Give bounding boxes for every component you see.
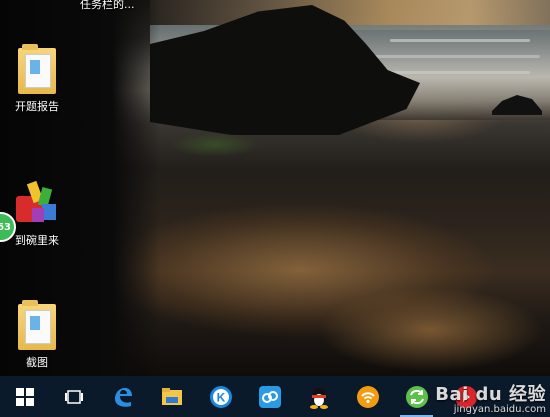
edge-icon (114, 387, 132, 407)
folder-icon (18, 300, 56, 350)
desktop-icon-jietu[interactable]: 截图 (2, 300, 72, 370)
folder-icon (18, 44, 56, 94)
qq-button[interactable] (294, 376, 343, 417)
desktop-icon-kaiti-baogao[interactable]: 开题报告 (2, 44, 72, 114)
windows-logo-icon (15, 387, 34, 406)
start-button[interactable] (0, 376, 49, 417)
cloud-icon (258, 385, 281, 408)
installer-icon (12, 178, 62, 228)
penguin-icon (309, 387, 328, 409)
desktop-icon-label: 开题报告 (15, 100, 59, 113)
desktop-icon-label: 截图 (26, 356, 48, 369)
svg-text:K: K (216, 390, 225, 404)
task-view-icon (64, 389, 83, 404)
file-explorer-button[interactable] (147, 376, 196, 417)
sync-icon (405, 385, 428, 408)
wifi-app-button[interactable] (343, 376, 392, 417)
task-view-button[interactable] (49, 376, 98, 417)
folder-icon (161, 387, 182, 405)
desktop-icon-dao-wan-li-lai[interactable]: 到碗里来 (2, 178, 72, 248)
wifi-icon (356, 385, 379, 408)
baidu-jingyan-watermark: Bai du 经验 jingyan.baidu.com (435, 380, 546, 415)
k-circle-icon: K (209, 385, 232, 408)
edge-button[interactable] (98, 376, 147, 417)
sync-app-button[interactable] (392, 376, 441, 417)
kugou-button[interactable]: K (196, 376, 245, 417)
desktop-wallpaper (0, 0, 550, 376)
desktop-top-label: 任务栏的... (80, 0, 135, 11)
baidu-netdisk-button[interactable] (245, 376, 294, 417)
watermark-logo: Bai du 经验 (435, 384, 546, 405)
